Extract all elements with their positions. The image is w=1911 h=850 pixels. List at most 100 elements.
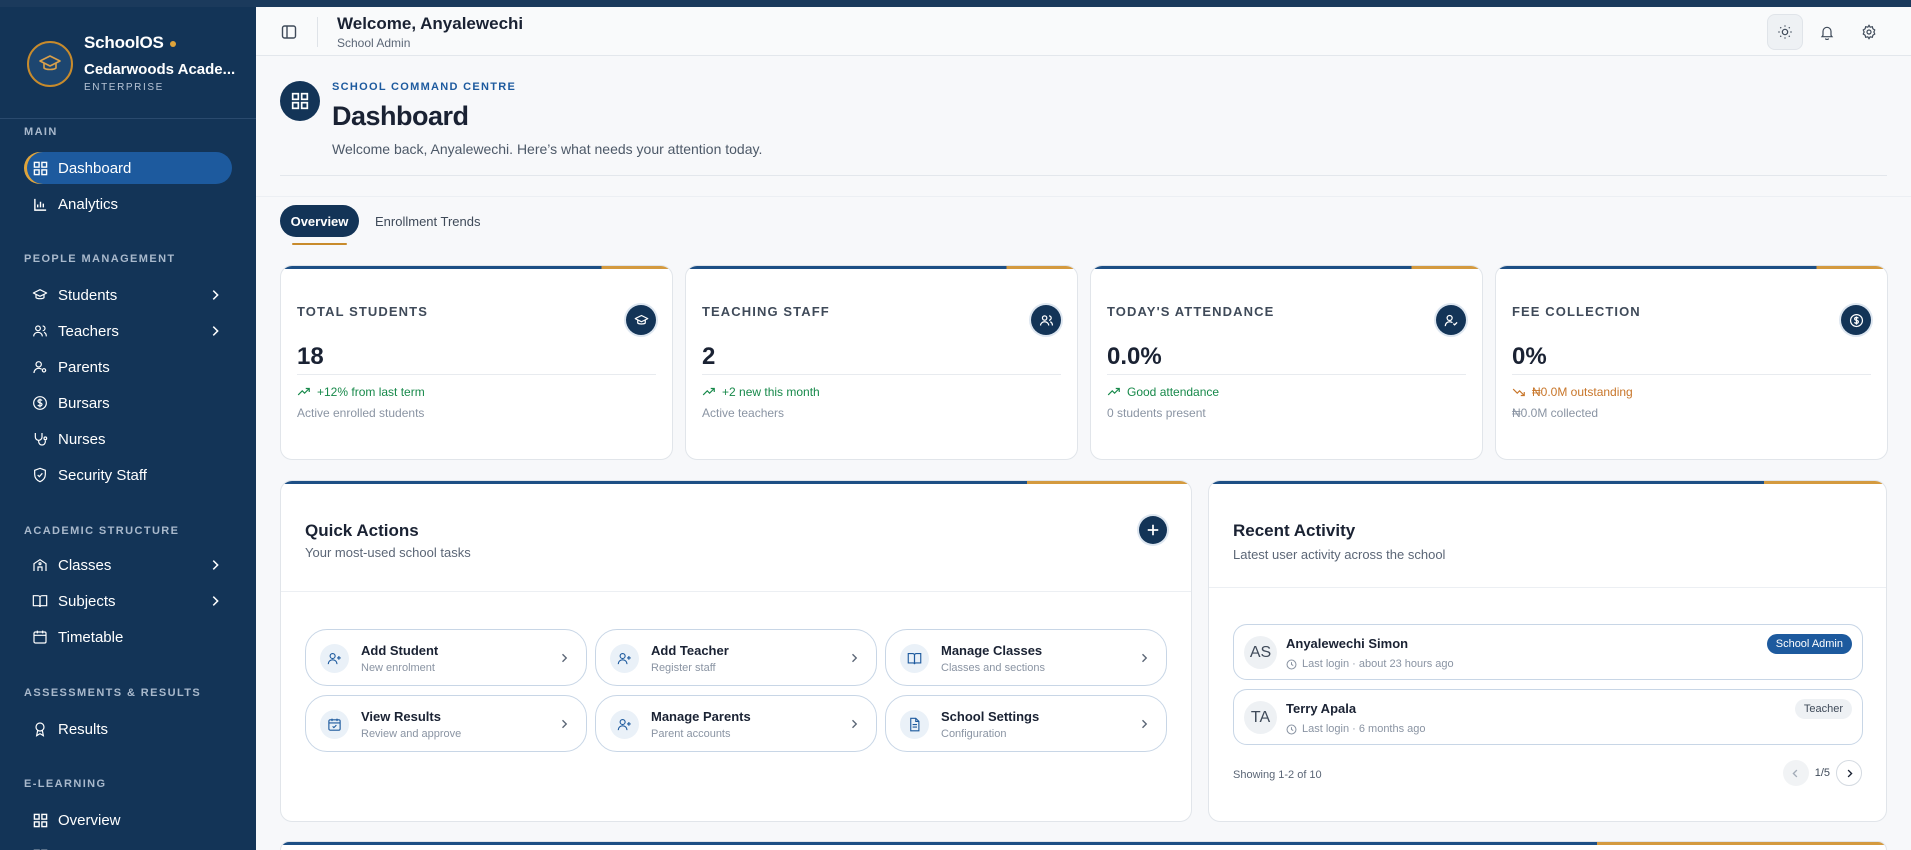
- graduation-cap-icon: [27, 41, 73, 87]
- user-check-icon: [1436, 305, 1466, 335]
- chevron-left-icon: [1792, 769, 1798, 777]
- sidebar-item-label: Dashboard: [58, 159, 132, 177]
- add-student-button[interactable]: Add Student New enrolment: [305, 629, 587, 686]
- sidebar-item-label: Timetable: [58, 628, 124, 646]
- role-badge: Teacher: [1794, 699, 1852, 719]
- view-results-button[interactable]: View Results Review and approve: [305, 695, 587, 752]
- add-action-button[interactable]: [1139, 516, 1167, 544]
- action-subtitle: Classes and sections: [941, 662, 1045, 674]
- sidebar-item-security[interactable]: Security Staff: [24, 459, 232, 491]
- school-name: Cedarwoods Acade...: [84, 61, 236, 78]
- chevron-right-icon: [852, 653, 858, 663]
- sidebar-item-nurses[interactable]: Nurses: [24, 423, 232, 455]
- pagination: 1/5: [1782, 760, 1862, 786]
- section-main: MAIN: [24, 126, 58, 138]
- sidebar-item-label: Nurses: [58, 430, 106, 448]
- page-eyebrow: SCHOOL COMMAND CENTRE: [332, 81, 517, 93]
- brand-name: SchoolOS: [84, 33, 164, 52]
- chevron-right-icon: [212, 560, 219, 570]
- welcome-title: Welcome, Anyalewechi: [337, 14, 524, 33]
- add-teacher-button[interactable]: Add Teacher Register staff: [595, 629, 877, 686]
- sidebar-item-subjects[interactable]: Subjects: [24, 585, 232, 617]
- section-people: PEOPLE MANAGEMENT: [24, 253, 176, 265]
- last-login: Last login · about 23 hours ago: [1302, 658, 1454, 670]
- stat-trend: +2 new this month: [722, 385, 820, 399]
- trending-down-icon: [1512, 388, 1525, 397]
- next-page-button[interactable]: [1836, 760, 1862, 786]
- sidebar-item-dashboard[interactable]: Dashboard: [24, 152, 232, 184]
- avatar: TA: [1244, 701, 1277, 734]
- action-title: Add Student: [361, 643, 439, 658]
- tab-enrollment-trends[interactable]: Enrollment Trends: [375, 205, 481, 237]
- sidebar-toggle-icon[interactable]: [281, 24, 297, 45]
- panel-title: Recent Activity: [1233, 521, 1356, 540]
- clock-icon: [1286, 724, 1297, 734]
- settings-button[interactable]: [1851, 14, 1887, 50]
- tab-overview[interactable]: Overview: [280, 205, 359, 237]
- chevron-right-icon: [212, 290, 219, 300]
- calendar-icon: [32, 629, 48, 645]
- sidebar-item-classes[interactable]: Classes: [24, 549, 232, 581]
- sidebar-item-timetable[interactable]: Timetable: [24, 621, 232, 653]
- activity-row[interactable]: TA Terry Apala Last login · 6 months ago…: [1233, 689, 1863, 745]
- school-settings-button[interactable]: School Settings Configuration: [885, 695, 1167, 752]
- shield-icon: [32, 467, 48, 483]
- user-name: Terry Apala: [1286, 701, 1357, 716]
- users-icon: [1031, 305, 1061, 335]
- trending-up-icon: [297, 387, 310, 396]
- clock-icon: [1286, 659, 1297, 669]
- sidebar-item-partial[interactable]: [24, 840, 232, 850]
- stat-trend: Good attendance: [1127, 385, 1220, 399]
- stat-divider: [1512, 374, 1871, 375]
- grid-icon: [32, 160, 48, 176]
- page-header-divider: [280, 175, 1887, 176]
- section-academic: ACADEMIC STRUCTURE: [24, 525, 180, 537]
- activity-row[interactable]: AS Anyalewechi Simon Last login · about …: [1233, 624, 1863, 680]
- sidebar-divider: [0, 118, 256, 119]
- user-icon: [32, 359, 48, 375]
- notifications-button[interactable]: [1809, 14, 1845, 50]
- panel-subtitle: Latest user activity across the school: [1233, 547, 1446, 562]
- sidebar-item-label: Parents: [58, 358, 110, 376]
- brand[interactable]: SchoolOS Cedarwoods Acade... ENTERPRISE: [27, 31, 247, 101]
- theme-toggle-button[interactable]: [1767, 14, 1803, 50]
- dollar-circle-icon: [32, 395, 48, 411]
- sidebar-item-students[interactable]: Students: [24, 279, 232, 311]
- stat-card-students: TOTAL STUDENTS 18 +12% from last term Ac…: [280, 265, 673, 460]
- sidebar-item-parents[interactable]: Parents: [24, 351, 232, 383]
- card-accent-bar: [1496, 266, 1887, 269]
- panel-divider: [281, 591, 1191, 592]
- chevron-right-icon: [212, 326, 219, 336]
- sidebar-item-results[interactable]: Results: [24, 713, 232, 745]
- manage-parents-button[interactable]: Manage Parents Parent accounts: [595, 695, 877, 752]
- next-section-card: [280, 841, 1887, 850]
- action-subtitle: Configuration: [941, 728, 1007, 740]
- sidebar-item-overview[interactable]: Overview: [24, 804, 232, 836]
- stat-value: 2: [702, 343, 716, 370]
- sidebar-item-analytics[interactable]: Analytics: [24, 188, 232, 220]
- dollar-icon: [1841, 305, 1871, 335]
- page-subtitle: Welcome back, Anyalewechi. Here’s what n…: [332, 141, 763, 157]
- previous-page-button[interactable]: [1782, 760, 1809, 786]
- quick-actions-panel: Quick Actions Your most-used school task…: [280, 480, 1192, 822]
- chevron-right-icon: [212, 596, 219, 606]
- stat-divider: [297, 374, 656, 375]
- user-plus-icon: [610, 710, 639, 739]
- stat-footnote: 0 students present: [1107, 406, 1206, 420]
- sidebar-item-teachers[interactable]: Teachers: [24, 315, 232, 347]
- user-plus-icon: [610, 644, 639, 673]
- panel-title: Quick Actions: [305, 521, 419, 540]
- stat-footnote: ₦0.0M collected: [1512, 406, 1599, 420]
- stat-label: TEACHING STAFF: [702, 304, 830, 319]
- chevron-right-icon: [1847, 769, 1853, 777]
- action-title: School Settings: [941, 709, 1040, 724]
- document-icon: [900, 710, 929, 739]
- manage-classes-button[interactable]: Manage Classes Classes and sections: [885, 629, 1167, 686]
- avatar: AS: [1244, 636, 1277, 669]
- sidebar-item-label: Overview: [58, 811, 121, 829]
- user-name: Anyalewechi Simon: [1286, 636, 1409, 651]
- sidebar-item-bursars[interactable]: Bursars: [24, 387, 232, 419]
- sidebar-item-label: Students: [58, 286, 118, 304]
- top-accent-bar: [0, 0, 1911, 7]
- last-login: Last login · 6 months ago: [1302, 723, 1426, 735]
